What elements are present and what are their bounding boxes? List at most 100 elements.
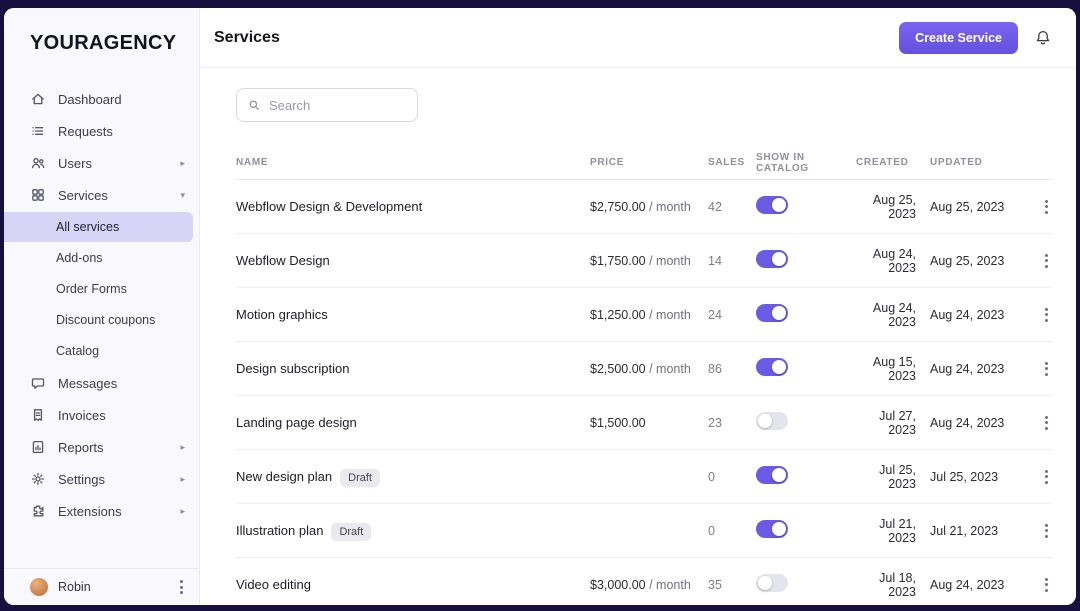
draft-badge: Draft — [340, 469, 380, 487]
column-header-name: NAME — [236, 157, 269, 168]
sidebar-item-label: Messages — [58, 375, 118, 391]
price-value: $2,750.00 — [590, 199, 646, 214]
updated-cell: Aug 25, 2023 — [930, 199, 1005, 214]
chevron-right-icon: ▸ — [180, 505, 185, 516]
column-header-price: PRICE — [590, 157, 625, 168]
price-value: $1,500.00 — [590, 415, 646, 430]
sidebar-item-settings[interactable]: Settings ▸ — [4, 463, 199, 495]
app-window: YOURAGENCY Dashboard Requests Users ▸ Se… — [4, 8, 1076, 605]
sidebar-item-messages[interactable]: Messages — [4, 367, 199, 399]
sidebar-item-invoices[interactable]: Invoices — [4, 399, 199, 431]
table-header: NAME PRICE SALES SHOW IN CATALOG CREATED… — [236, 146, 1052, 180]
price-cell: $3,000.00 / month — [590, 578, 708, 592]
chevron-right-icon: ▸ — [180, 157, 185, 168]
created-cell: Aug 25, 2023 — [872, 192, 916, 221]
show-in-catalog-toggle[interactable] — [756, 520, 788, 538]
price-value: $3,000.00 — [590, 577, 646, 592]
sales-cell: 42 — [708, 199, 722, 214]
row-menu-button[interactable] — [1041, 304, 1052, 326]
show-in-catalog-toggle[interactable] — [756, 196, 788, 214]
row-menu-button[interactable] — [1041, 466, 1052, 488]
show-in-catalog-toggle[interactable] — [756, 358, 788, 376]
show-in-catalog-toggle[interactable] — [756, 574, 788, 592]
sales-cell: 86 — [708, 361, 722, 376]
notifications-bell-icon[interactable] — [1034, 29, 1052, 47]
requests-icon — [32, 127, 44, 135]
show-in-catalog-toggle[interactable] — [756, 412, 788, 430]
sidebar-item-extensions[interactable]: Extensions ▸ — [4, 495, 199, 527]
sidebar-item-users[interactable]: Users ▸ — [4, 147, 199, 179]
user-menu-button[interactable] — [176, 576, 187, 598]
sidebar-subitem-label: Order Forms — [56, 282, 127, 296]
services-grid-icon — [32, 189, 44, 201]
sales-cell: 0 — [708, 469, 715, 484]
show-in-catalog-toggle[interactable] — [756, 250, 788, 268]
toggle-knob — [758, 414, 772, 428]
actions-cell — [1018, 520, 1052, 542]
chevron-down-icon: ▾ — [180, 189, 185, 200]
price-period: / month — [649, 577, 691, 592]
price-value: $1,250.00 — [590, 307, 646, 322]
sidebar-subitem-label: Catalog — [56, 344, 100, 358]
main-panel: Services Create Service NAME PRICE SALES… — [200, 8, 1076, 605]
sidebar-item-reports[interactable]: Reports ▸ — [4, 431, 199, 463]
created-cell: Aug 15, 2023 — [872, 354, 916, 383]
row-menu-button[interactable] — [1041, 358, 1052, 380]
updated-cell: Aug 24, 2023 — [930, 361, 1005, 376]
content-area: NAME PRICE SALES SHOW IN CATALOG CREATED… — [200, 68, 1076, 605]
toggle-knob — [772, 306, 786, 320]
service-name: Design subscription — [236, 361, 350, 376]
row-menu-button[interactable] — [1041, 412, 1052, 434]
chevron-right-icon: ▸ — [180, 441, 185, 452]
service-name: Landing page design — [236, 415, 357, 430]
header-actions: Create Service — [899, 21, 1052, 54]
row-menu-button[interactable] — [1041, 574, 1052, 596]
sidebar-user-row: Robin — [4, 568, 199, 605]
toggle-knob — [758, 576, 772, 590]
create-service-button[interactable]: Create Service — [899, 21, 1018, 54]
created-cell: Aug 24, 2023 — [872, 300, 916, 329]
sidebar-subitem[interactable]: Discount coupons — [4, 305, 193, 335]
search-icon — [249, 100, 259, 110]
services-table-body: Webflow Design & Development $2,750.00 /… — [236, 180, 1052, 605]
show-in-catalog-toggle[interactable] — [756, 466, 788, 484]
created-cell: Jul 27, 2023 — [879, 408, 916, 437]
avatar — [30, 578, 48, 596]
toggle-knob — [772, 522, 786, 536]
messages-icon — [31, 378, 45, 389]
show-in-catalog-toggle[interactable] — [756, 304, 788, 322]
search-input[interactable] — [269, 97, 407, 113]
row-menu-button[interactable] — [1041, 250, 1052, 272]
updated-cell: Aug 25, 2023 — [930, 253, 1005, 268]
toggle-knob — [772, 198, 786, 212]
sidebar-item-label: Dashboard — [58, 91, 122, 107]
sidebar-item-label: Users — [58, 155, 92, 171]
sidebar-subitem[interactable]: Order Forms — [4, 274, 193, 304]
price-cell: $1,750.00 / month — [590, 254, 708, 268]
created-cell: Jul 21, 2023 — [879, 516, 916, 545]
catalog-cell — [756, 304, 856, 325]
service-name: Illustration plan — [236, 523, 324, 538]
toggle-knob — [772, 252, 786, 266]
row-menu-button[interactable] — [1041, 520, 1052, 542]
column-header-sales: SALES — [708, 157, 745, 168]
service-name-cell: Illustration plan Draft — [236, 523, 590, 541]
sales-cell: 0 — [708, 523, 715, 538]
price-period: / month — [649, 307, 691, 322]
sidebar-subitem[interactable]: Add-ons — [4, 243, 193, 273]
price-cell: $2,500.00 / month — [590, 362, 708, 376]
table-row: Design subscription $2,500.00 / month 86… — [236, 342, 1052, 396]
sidebar-item-requests[interactable]: Requests — [4, 115, 199, 147]
sidebar-item-label: Reports — [58, 439, 104, 455]
user-name: Robin — [58, 580, 91, 594]
service-name: Video editing — [236, 577, 311, 592]
price-period: / month — [649, 253, 691, 268]
row-menu-button[interactable] — [1041, 196, 1052, 218]
created-cell: Jul 18, 2023 — [879, 570, 916, 599]
sidebar-item-services[interactable]: Services ▾ — [4, 179, 199, 211]
sidebar-item-dashboard[interactable]: Dashboard — [4, 83, 199, 115]
sidebar-subitem[interactable]: All services — [4, 212, 193, 242]
service-name-cell: Webflow Design & Development — [236, 199, 590, 214]
sidebar-subitem[interactable]: Catalog — [4, 336, 193, 366]
sales-cell: 35 — [708, 577, 722, 592]
